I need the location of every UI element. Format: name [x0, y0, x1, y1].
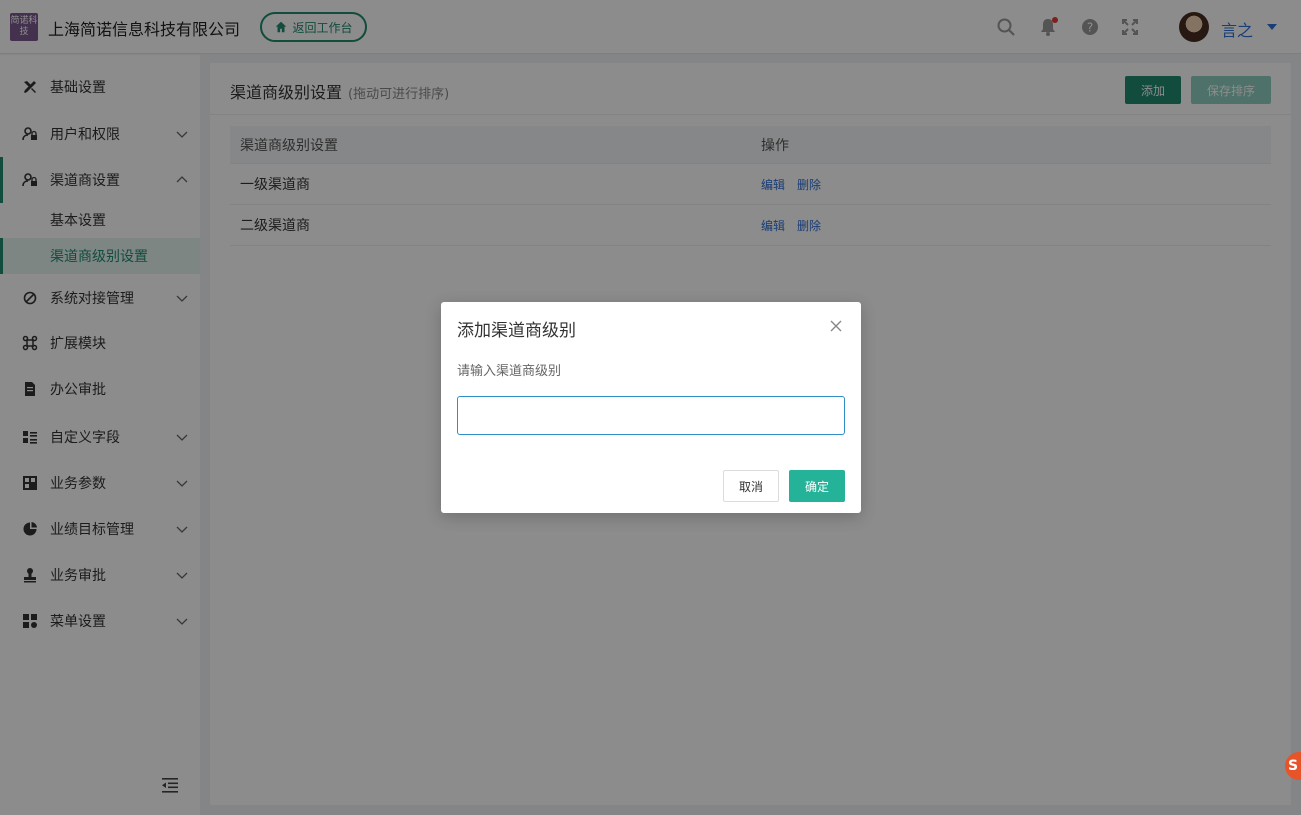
cancel-button[interactable]: 取消: [723, 470, 779, 502]
dialog-title: 添加渠道商级别: [457, 321, 576, 341]
confirm-button[interactable]: 确定: [789, 470, 845, 502]
close-icon[interactable]: [829, 319, 843, 333]
dialog-field-label: 请输入渠道商级别: [457, 364, 562, 379]
add-level-dialog: 添加渠道商级别 请输入渠道商级别 取消 确定: [441, 302, 861, 513]
channel-level-input[interactable]: [457, 396, 845, 435]
